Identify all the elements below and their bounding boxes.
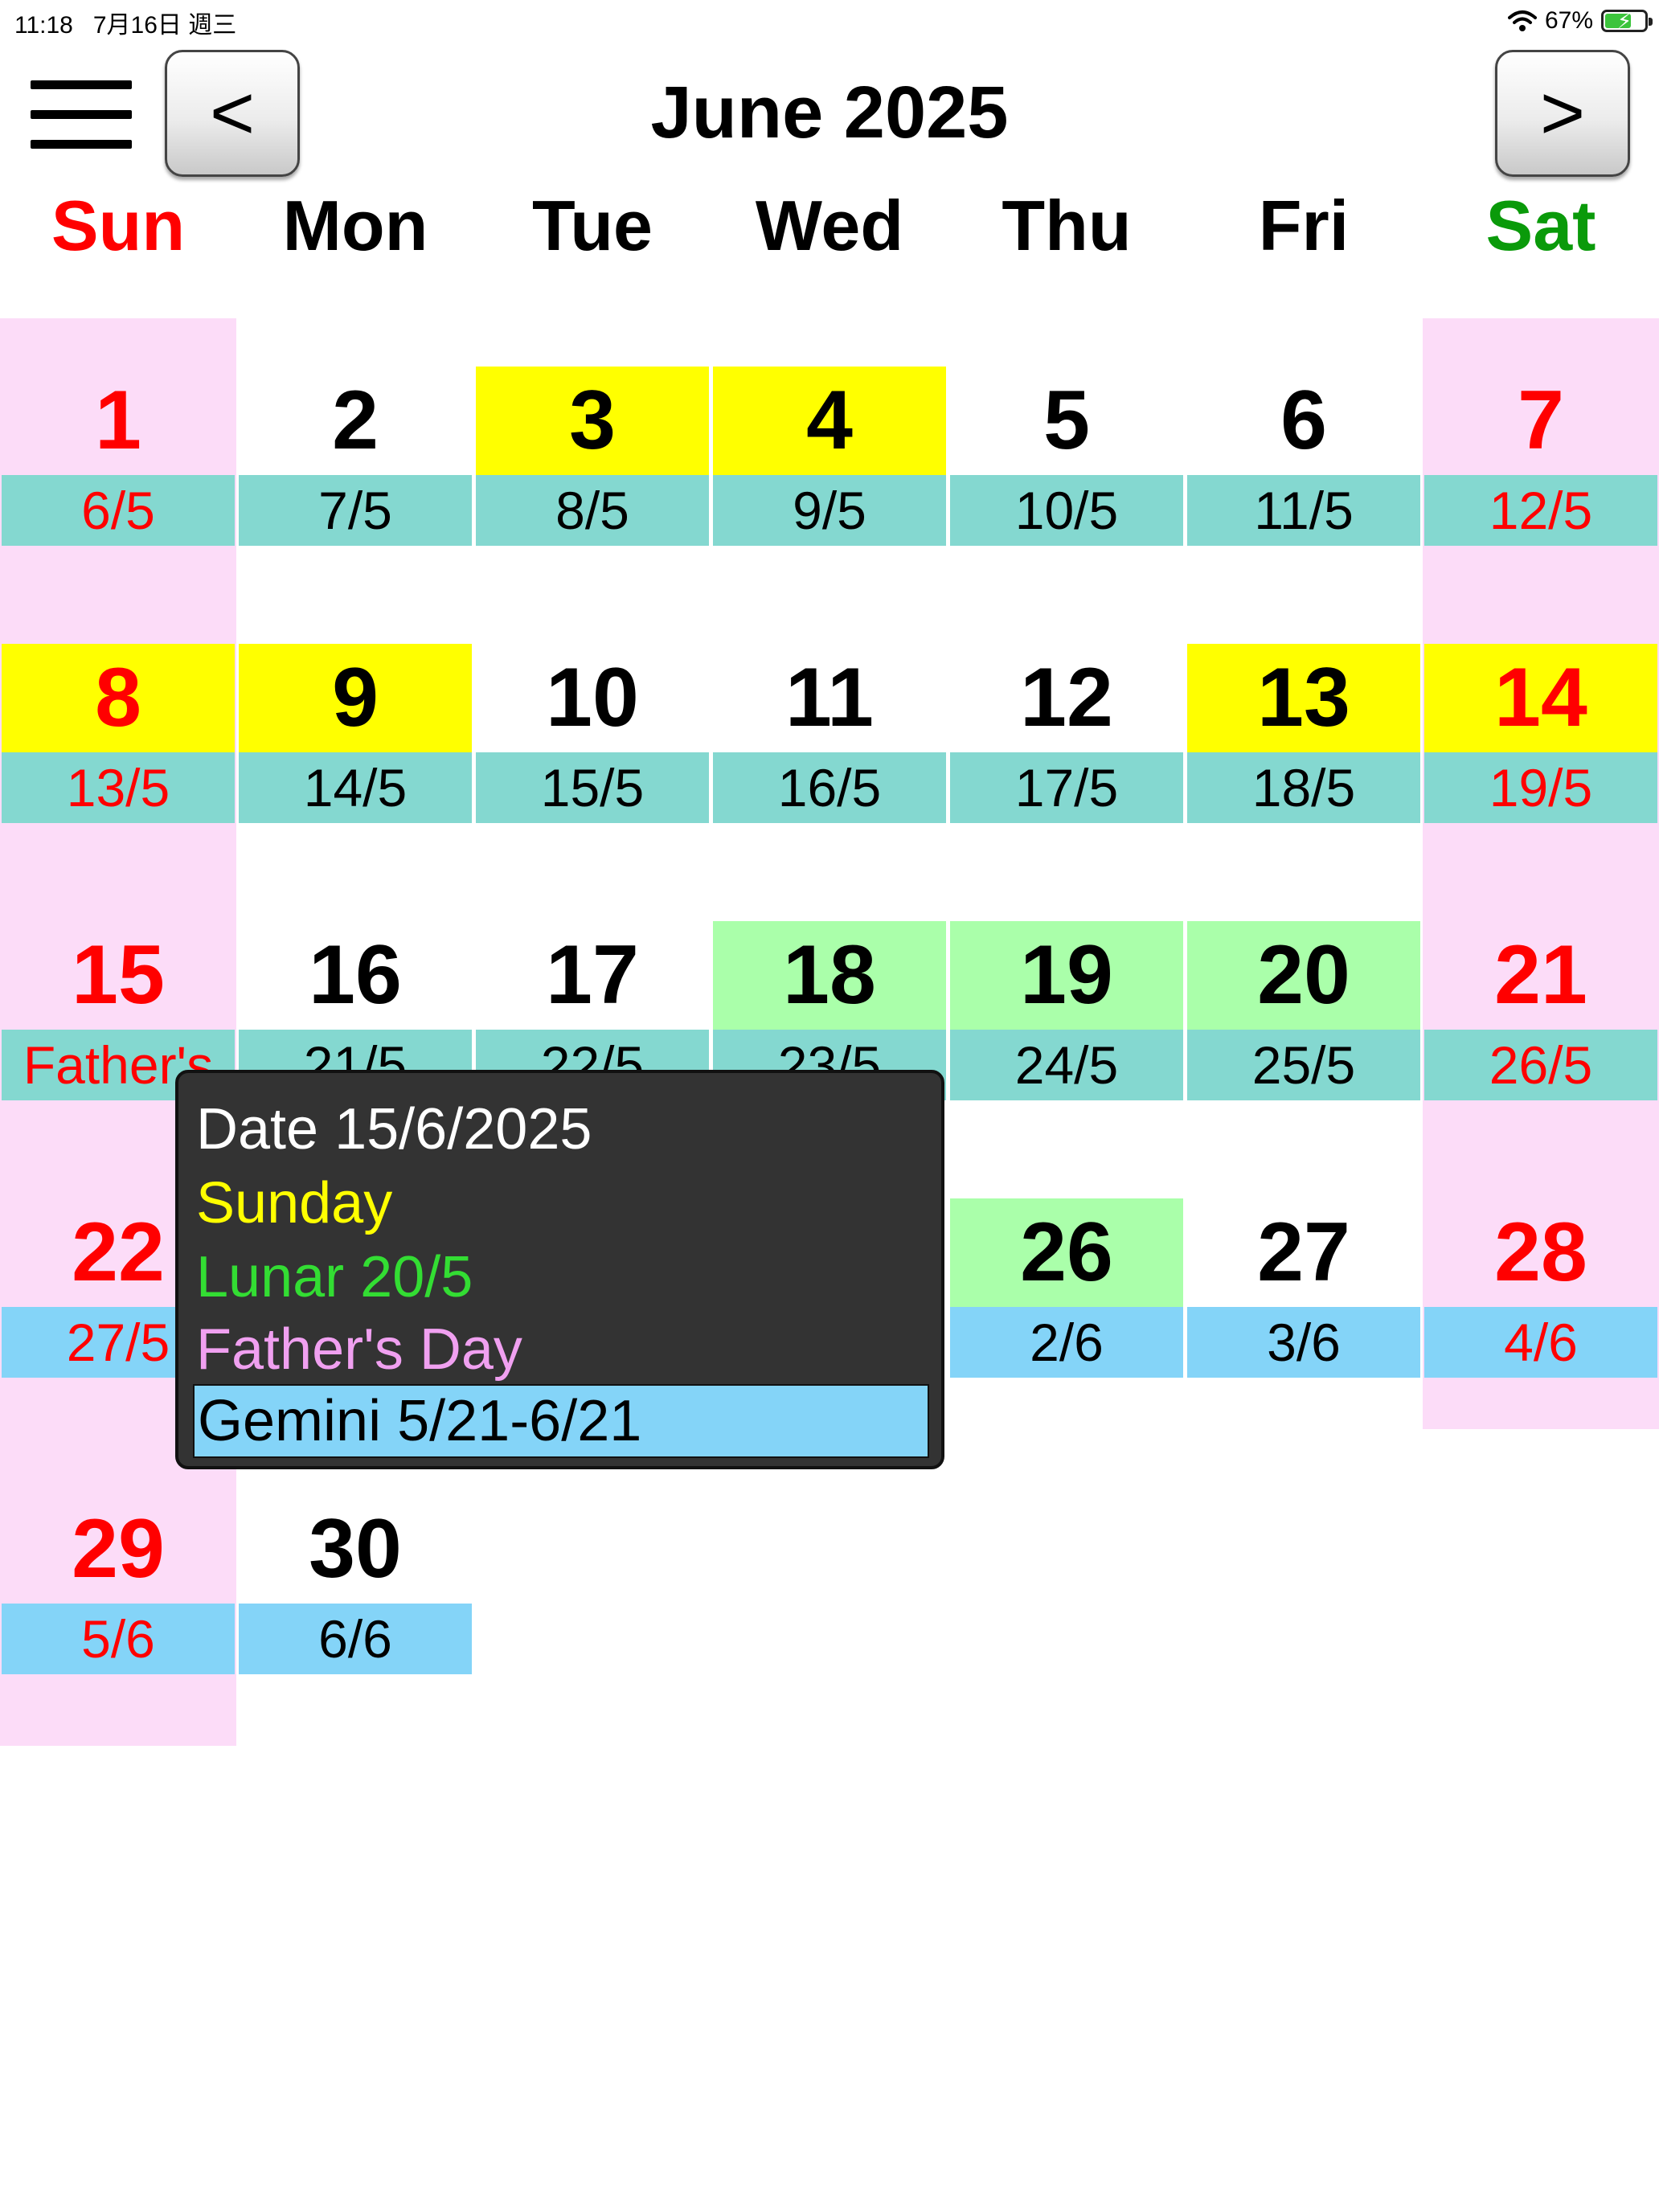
lunar-date: 15/5 <box>476 752 709 823</box>
day-number: 13 <box>1187 644 1420 752</box>
lunar-date: 7/5 <box>239 475 472 546</box>
lunar-date: 24/5 <box>950 1030 1183 1100</box>
day-number: 3 <box>476 367 709 475</box>
tooltip-weekday: Sunday <box>196 1171 393 1235</box>
day-number: 17 <box>546 928 639 1022</box>
day-number: 7 <box>1518 374 1564 467</box>
day-number: 4 <box>713 367 946 475</box>
day-number: 26 <box>950 1198 1183 1307</box>
weekday-header-fri: Fri <box>1258 186 1350 265</box>
day-number: 20 <box>1187 921 1420 1030</box>
day-number: 11 <box>785 651 874 744</box>
status-date: 7月16日 週三 <box>92 12 237 39</box>
day-number: 10 <box>546 651 639 744</box>
date-detail-tooltip: Date 15/6/2025 Sunday Lunar 20/5 Father'… <box>175 1070 944 1469</box>
battery-percent: 67% <box>1544 7 1593 34</box>
weekday-header-thu: Thu <box>1002 186 1132 265</box>
weekday-header-sun: Sun <box>51 186 186 265</box>
tooltip-lunar-date: Lunar 20/5 <box>196 1245 473 1309</box>
next-month-button[interactable]: > <box>1495 50 1630 177</box>
day-number: 1 <box>95 374 141 467</box>
weekday-header-sat: Sat <box>1485 186 1596 265</box>
lunar-date: 16/5 <box>713 752 946 823</box>
lunar-date: 26/5 <box>1424 1030 1657 1100</box>
day-number: 16 <box>309 928 402 1022</box>
day-number: 29 <box>72 1502 165 1596</box>
day-number: 14 <box>1424 644 1657 752</box>
lunar-date: 6/6 <box>239 1604 472 1674</box>
day-number: 19 <box>950 921 1183 1030</box>
status-indicators: 67% ⚡ <box>1507 5 1653 37</box>
lunar-date: 10/5 <box>950 475 1183 546</box>
tooltip-zodiac: Gemini 5/21-6/21 <box>193 1384 929 1458</box>
lunar-date: 8/5 <box>476 475 709 546</box>
lunar-date: 9/5 <box>713 475 946 546</box>
day-number: 21 <box>1494 928 1587 1022</box>
lunar-date: 5/6 <box>2 1604 235 1674</box>
day-number: 30 <box>309 1502 402 1596</box>
day-number: 6 <box>1280 374 1327 467</box>
weekday-header-wed: Wed <box>755 186 904 265</box>
month-title: June 2025 <box>650 72 1009 154</box>
lunar-date: 3/6 <box>1187 1307 1420 1378</box>
lunar-date: 18/5 <box>1187 752 1420 823</box>
wifi-icon <box>1507 10 1537 31</box>
day-number: 12 <box>1020 651 1113 744</box>
day-number: 8 <box>2 644 235 752</box>
status-time: 11:18 7月16日 週三 <box>14 5 236 40</box>
lunar-date: 6/5 <box>2 475 235 546</box>
lunar-date: 25/5 <box>1187 1030 1420 1100</box>
status-bar: 11:18 7月16日 週三 67% ⚡ <box>0 0 1659 42</box>
tooltip-holiday: Father's Day <box>196 1317 522 1382</box>
lunar-date: 4/6 <box>1424 1307 1657 1378</box>
weekday-header-mon: Mon <box>282 186 428 265</box>
lunar-date: 12/5 <box>1424 475 1657 546</box>
status-clock: 11:18 <box>14 12 73 39</box>
day-number: 5 <box>1043 374 1090 467</box>
day-number: 2 <box>332 374 379 467</box>
lunar-date: 13/5 <box>2 752 235 823</box>
day-number: 27 <box>1257 1206 1350 1299</box>
lunar-date: 17/5 <box>950 752 1183 823</box>
day-number: 18 <box>713 921 946 1030</box>
battery-charging-icon: ⚡ <box>1601 10 1653 32</box>
tooltip-date: Date 15/6/2025 <box>196 1097 592 1161</box>
weekday-header-tue: Tue <box>532 186 653 265</box>
lunar-date: 11/5 <box>1187 475 1420 546</box>
lunar-date: 2/6 <box>950 1307 1183 1378</box>
day-number: 9 <box>239 644 472 752</box>
day-number: 15 <box>72 928 165 1022</box>
lunar-date: 19/5 <box>1424 752 1657 823</box>
day-number: 28 <box>1494 1206 1587 1299</box>
lunar-date: 14/5 <box>239 752 472 823</box>
